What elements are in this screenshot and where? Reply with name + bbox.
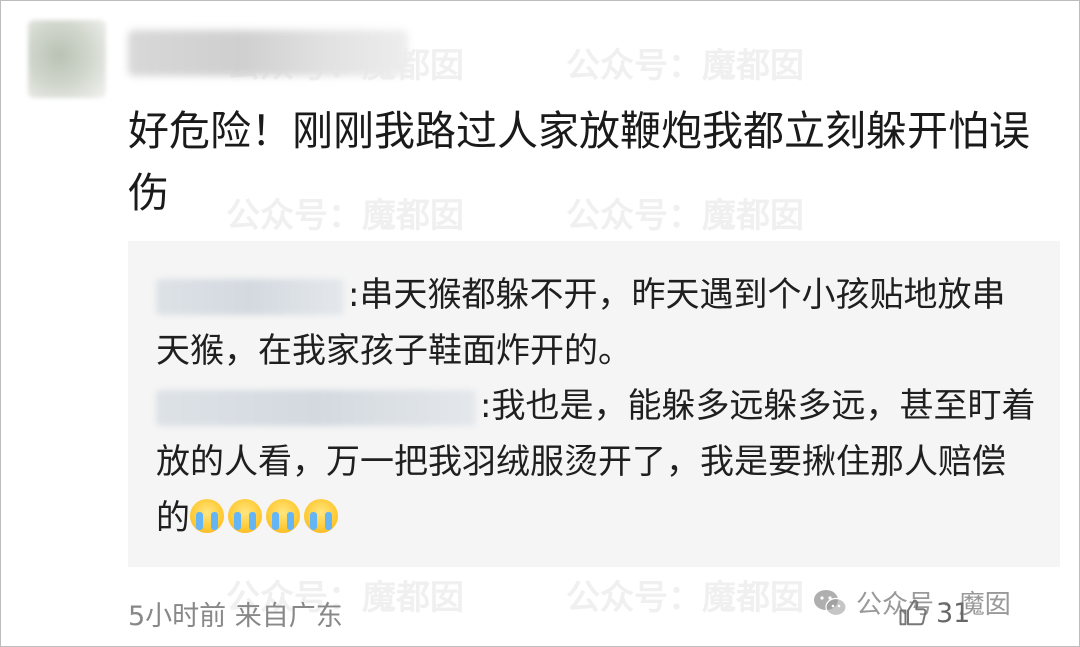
crying-face-emoji [266,499,300,533]
crying-face-emoji [190,499,224,533]
replies-panel: :串天猴都躲不开，昨天遇到个小孩贴地放串天猴，在我家孩子鞋面炸开的。 :我也是，… [128,241,1060,567]
avatar[interactable] [28,20,106,98]
comment-text: 好危险！刚刚我路过人家放鞭炮我都立刻躲开怕误伤 [128,107,1030,217]
reply-author-redacted[interactable] [156,278,344,315]
corner-watermark: 公众号 · 魔囡 [812,584,1011,621]
reply-item[interactable]: :串天猴都躲不开，昨天遇到个小孩贴地放串天猴，在我家孩子鞋面炸开的。 [156,267,1036,379]
reply-author-redacted[interactable] [156,389,476,426]
username-redacted[interactable] [128,30,408,76]
reply-item[interactable]: :我也是，能躲多远躲多远，甚至盯着放的人看，万一把我羽绒服烫开了，我是要揪住那人… [156,378,1036,546]
corner-watermark-text: 公众号 · 魔囡 [856,590,1011,620]
crying-face-emoji [228,499,262,533]
crying-face-emoji [304,499,338,533]
comment-meta: 5小时前 来自广东 [128,601,343,632]
wechat-icon [814,589,847,616]
